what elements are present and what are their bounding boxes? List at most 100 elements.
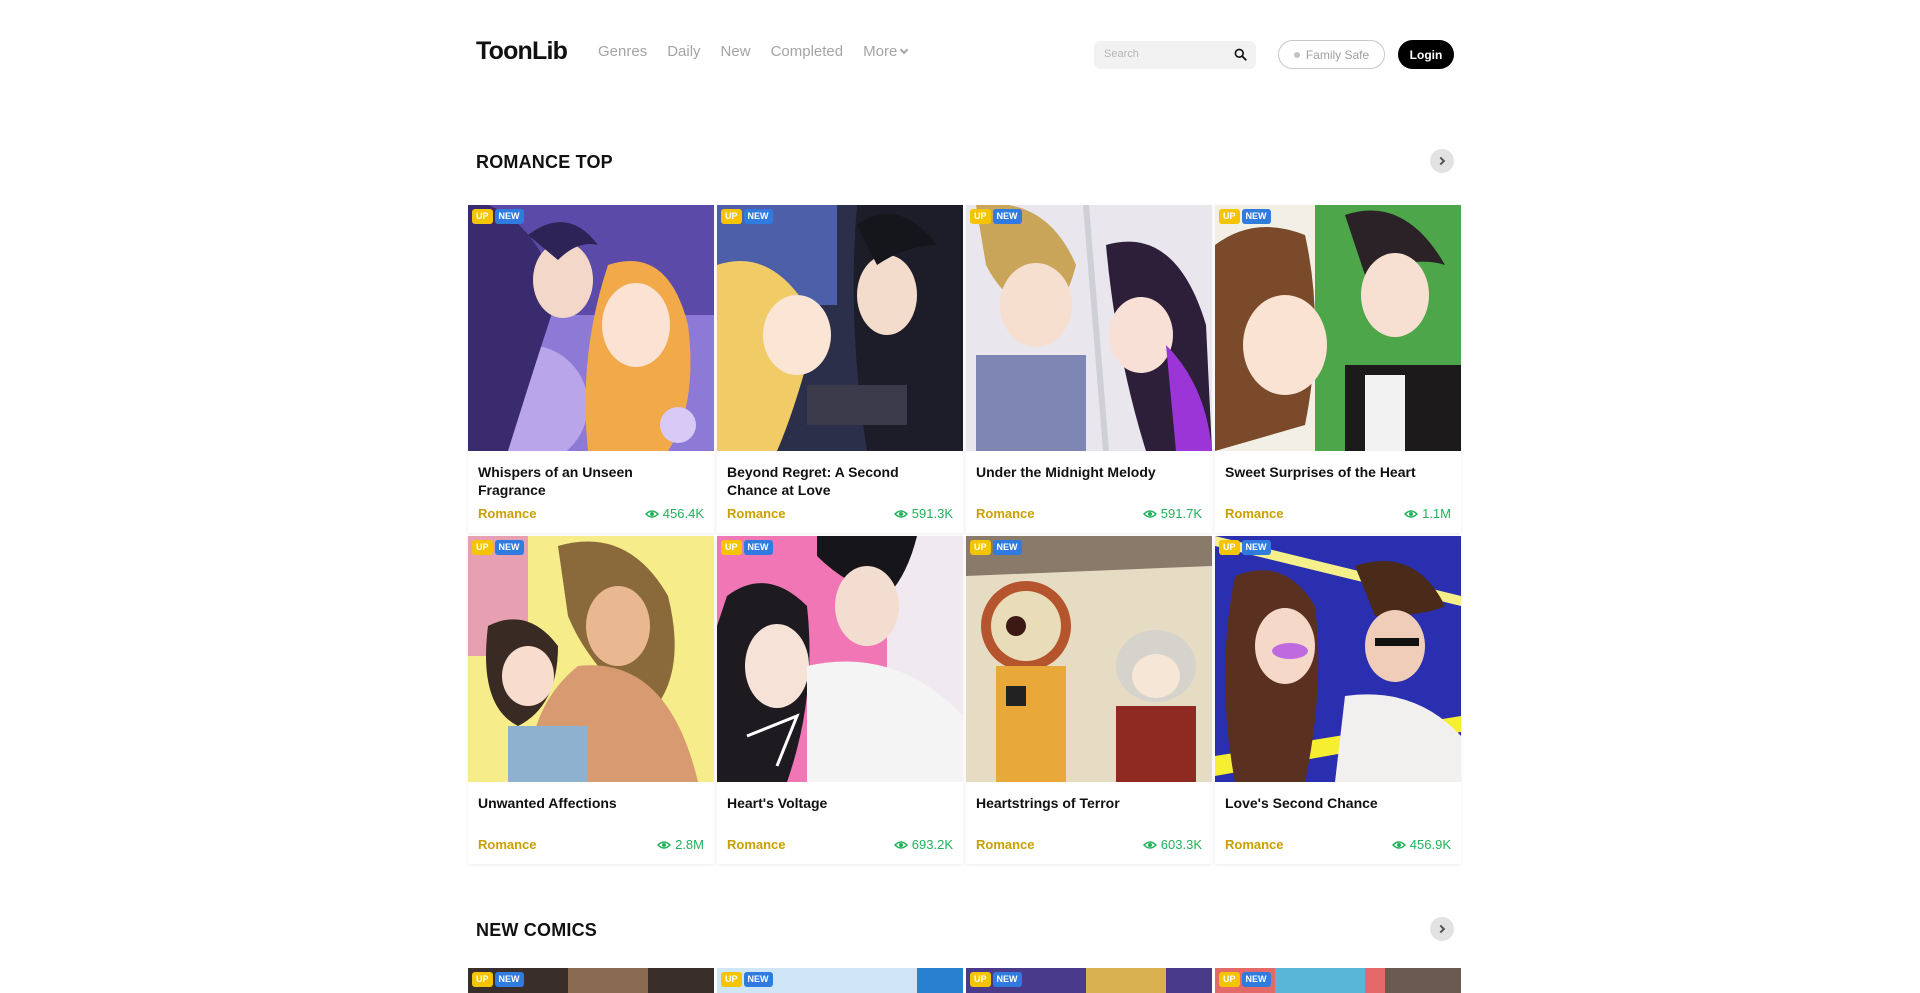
badge-group: UP NEW — [1219, 540, 1271, 555]
badge-group: UP NEW — [721, 972, 773, 987]
comic-cover[interactable]: UP NEW — [966, 968, 1212, 993]
comic-genre: Romance — [976, 506, 1035, 521]
family-safe-toggle[interactable]: Family Safe — [1278, 40, 1385, 69]
comic-card[interactable]: UP NEW — [966, 968, 1212, 993]
new-badge: NEW — [494, 972, 524, 987]
comic-cover[interactable]: UP NEW — [468, 536, 714, 782]
comic-cover[interactable]: UP NEW — [966, 205, 1212, 451]
comic-card[interactable]: UP NEW Whispers of an Unseen Fragrance R… — [468, 205, 714, 533]
comic-views: 456.4K — [644, 506, 704, 521]
eye-icon — [657, 840, 672, 849]
comic-card[interactable]: UP NEW Heart's Voltage Romance 693.2K — [717, 536, 963, 864]
comic-title[interactable]: Heart's Voltage — [727, 794, 953, 812]
comic-card[interactable]: UP NEW — [717, 968, 963, 993]
main-nav: Genres Daily New Completed More — [598, 43, 909, 61]
logo[interactable]: ToonLib — [476, 36, 568, 66]
eye-icon — [1142, 509, 1157, 518]
toggle-dot-icon — [1293, 51, 1300, 58]
comic-cover[interactable]: UP NEW — [1215, 205, 1461, 451]
comic-grid-new: UP NEW UP NEW UP NEW UP NEW — [468, 968, 1461, 993]
up-badge: UP — [970, 209, 991, 224]
comic-title[interactable]: Unwanted Affections — [478, 794, 704, 812]
up-badge: UP — [970, 972, 991, 987]
comic-grid-romance: UP NEW Whispers of an Unseen Fragrance R… — [468, 205, 1461, 864]
comic-genre: Romance — [727, 837, 786, 852]
login-button[interactable]: Login — [1398, 40, 1454, 69]
comic-card[interactable]: UP NEW — [468, 968, 714, 993]
views-count: 456.9K — [1409, 837, 1451, 852]
comic-genre: Romance — [727, 506, 786, 521]
section-next-button[interactable] — [1430, 149, 1454, 173]
section-title-new-comics: NEW COMICS — [476, 920, 597, 940]
comic-card[interactable]: UP NEW Heartstrings of Terror Romance 60… — [966, 536, 1212, 864]
comic-cover[interactable]: UP NEW — [468, 205, 714, 451]
comic-genre: Romance — [1225, 837, 1284, 852]
nav-new[interactable]: New — [721, 43, 751, 61]
comic-views: 2.8M — [657, 837, 704, 852]
comic-card[interactable]: UP NEW Sweet Surprises of the Heart Roma… — [1215, 205, 1461, 533]
comic-card[interactable]: UP NEW — [1215, 968, 1461, 993]
comic-card[interactable]: UP NEW Beyond Regret: A Second Chance at… — [717, 205, 963, 533]
eye-icon — [893, 840, 908, 849]
chevron-right-icon — [1436, 924, 1446, 934]
search-icon[interactable] — [1234, 48, 1247, 61]
eye-icon — [1142, 840, 1157, 849]
comic-genre: Romance — [478, 506, 537, 521]
up-badge: UP — [472, 540, 493, 555]
badge-group: UP NEW — [472, 540, 524, 555]
new-badge: NEW — [494, 540, 524, 555]
section-next-button[interactable] — [1430, 917, 1454, 941]
new-badge: NEW — [1241, 972, 1271, 987]
nav-completed[interactable]: Completed — [771, 43, 844, 61]
comic-cover[interactable]: UP NEW — [1215, 968, 1461, 993]
nav-genres[interactable]: Genres — [598, 43, 647, 61]
badge-group: UP NEW — [1219, 209, 1271, 224]
views-count: 591.3K — [911, 506, 953, 521]
chevron-down-icon — [900, 45, 909, 55]
comic-card[interactable]: UP NEW Love's Second Chance Romance 456.… — [1215, 536, 1461, 864]
comic-title[interactable]: Love's Second Chance — [1225, 794, 1451, 812]
comic-cover[interactable]: UP NEW — [468, 968, 714, 993]
new-badge: NEW — [992, 540, 1022, 555]
comic-genre: Romance — [976, 837, 1035, 852]
badge-group: UP NEW — [721, 209, 773, 224]
badge-group: UP NEW — [721, 540, 773, 555]
new-badge: NEW — [992, 972, 1022, 987]
new-badge: NEW — [494, 209, 524, 224]
views-count: 693.2K — [911, 837, 953, 852]
nav-more[interactable]: More — [863, 43, 909, 61]
up-badge: UP — [1219, 540, 1240, 555]
comic-cover[interactable]: UP NEW — [717, 205, 963, 451]
views-count: 2.8M — [675, 837, 704, 852]
comic-cover[interactable]: UP NEW — [966, 536, 1212, 782]
comic-title[interactable]: Sweet Surprises of the Heart — [1225, 463, 1451, 481]
search-input[interactable] — [1104, 48, 1224, 60]
comic-cover[interactable]: UP NEW — [1215, 536, 1461, 782]
comic-card[interactable]: UP NEW Under the Midnight Melody Romance… — [966, 205, 1212, 533]
new-badge: NEW — [743, 209, 773, 224]
up-badge: UP — [721, 209, 742, 224]
up-badge: UP — [472, 209, 493, 224]
badge-group: UP NEW — [970, 209, 1022, 224]
comic-title[interactable]: Under the Midnight Melody — [976, 463, 1202, 481]
comic-cover[interactable]: UP NEW — [717, 536, 963, 782]
search-box — [1094, 41, 1256, 69]
comic-title[interactable]: Whispers of an Unseen Fragrance — [478, 463, 704, 499]
comic-title[interactable]: Heartstrings of Terror — [976, 794, 1202, 812]
up-badge: UP — [1219, 972, 1240, 987]
new-badge: NEW — [1241, 209, 1271, 224]
family-safe-label: Family Safe — [1305, 47, 1370, 62]
comic-views: 603.3K — [1142, 837, 1202, 852]
up-badge: UP — [970, 540, 991, 555]
comic-views: 591.3K — [893, 506, 953, 521]
views-count: 603.3K — [1160, 837, 1202, 852]
badge-group: UP NEW — [970, 972, 1022, 987]
comic-card[interactable]: UP NEW Unwanted Affections Romance 2.8M — [468, 536, 714, 864]
comic-cover[interactable]: UP NEW — [717, 968, 963, 993]
views-count: 456.4K — [662, 506, 704, 521]
comic-title[interactable]: Beyond Regret: A Second Chance at Love — [727, 463, 953, 499]
nav-daily[interactable]: Daily — [667, 43, 700, 61]
up-badge: UP — [721, 972, 742, 987]
new-badge: NEW — [992, 209, 1022, 224]
views-count: 591.7K — [1160, 506, 1202, 521]
